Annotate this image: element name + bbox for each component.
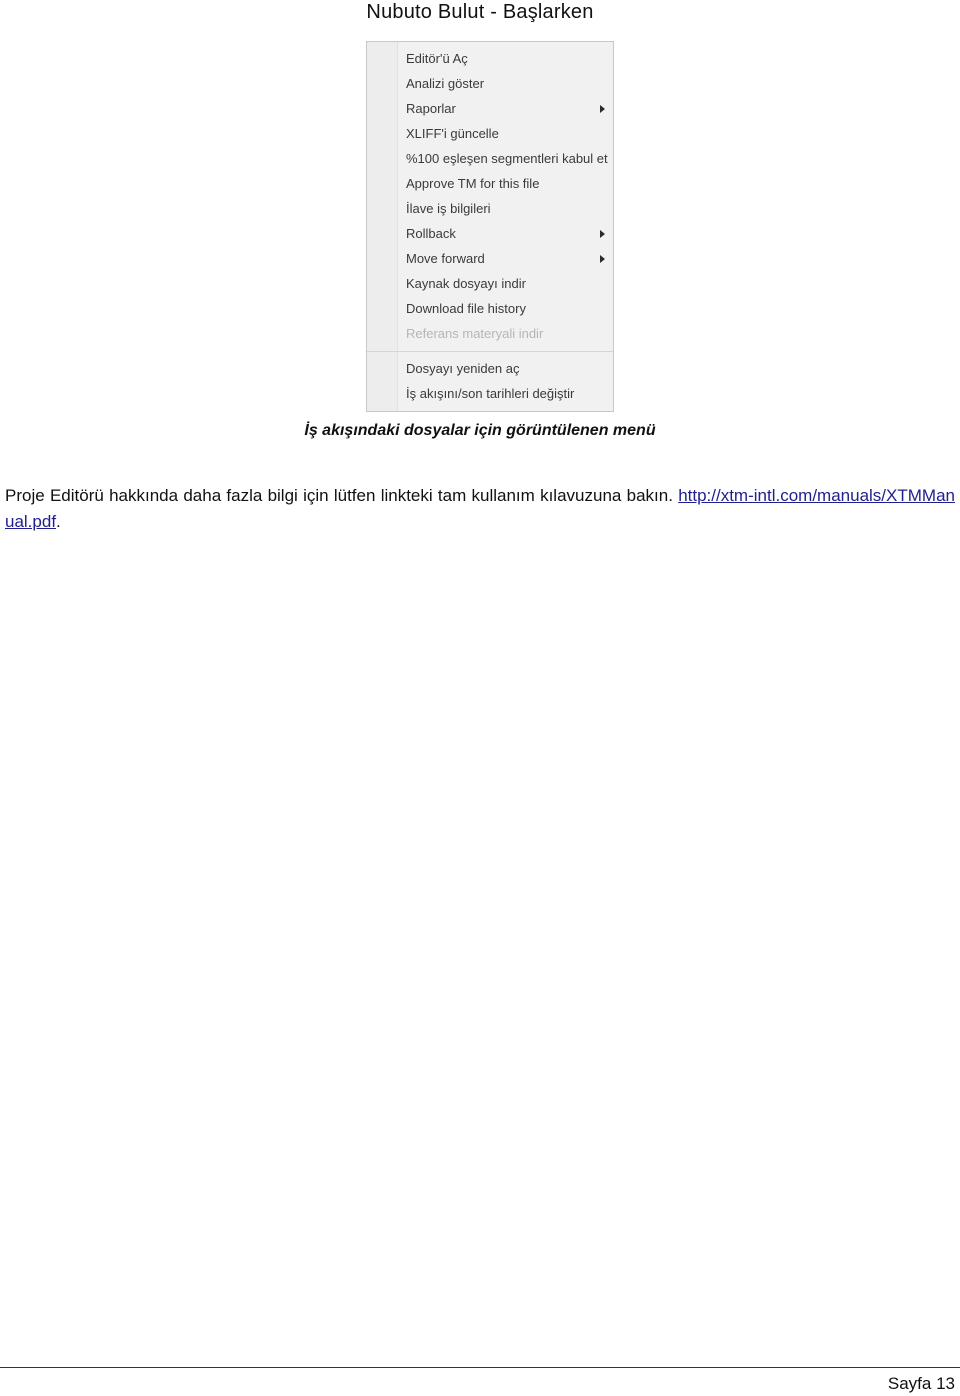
menu-item[interactable]: Move forward (367, 246, 613, 271)
menu-item[interactable]: Analizi göster (367, 71, 613, 96)
footer-page-number: Sayfa 13 (887, 1374, 955, 1393)
menu-item-label: Referans materyali indir (406, 326, 544, 341)
menu-item-label: Rollback (406, 226, 456, 241)
menu-item[interactable]: Dosyayı yeniden aç (367, 356, 613, 381)
menu-item[interactable]: XLIFF'i güncelle (367, 121, 613, 146)
menu-item[interactable]: Rollback (367, 221, 613, 246)
menu-item[interactable]: Editör'ü Aç (367, 46, 613, 71)
body-paragraph-trailing-punctuation: . (56, 512, 61, 531)
context-menu-screenshot-figure: Editör'ü Aç Analizi göster Raporlar XLIFF'i… (366, 41, 614, 412)
menu-item[interactable]: %100 eşleşen segmentleri kabul et (367, 146, 613, 171)
body-paragraph: Proje Editörü hakkında daha fazla bilgi … (5, 483, 955, 535)
menu-item-label: Raporlar (406, 101, 456, 116)
menu-item-label: Download file history (406, 301, 526, 316)
menu-item[interactable]: Raporlar (367, 96, 613, 121)
submenu-arrow-icon (600, 105, 605, 113)
menu-group: Dosyayı yeniden aç İş akışını/son tarihle… (367, 351, 613, 411)
menu-item: Referans materyali indir (367, 321, 613, 346)
menu-item[interactable]: Kaynak dosyayı indir (367, 271, 613, 296)
context-menu-panel: Editör'ü Aç Analizi göster Raporlar XLIFF'i… (367, 42, 613, 411)
menu-item-label: Kaynak dosyayı indir (406, 276, 526, 291)
menu-item[interactable]: Download file history (367, 296, 613, 321)
submenu-arrow-icon (600, 255, 605, 263)
figure-caption: İş akışındaki dosyalar için görüntülenen… (304, 422, 656, 439)
menu-item-label: Editör'ü Aç (406, 51, 468, 66)
menu-item-label: %100 eşleşen segmentleri kabul et (406, 151, 608, 166)
menu-item[interactable]: İş akışını/son tarihleri değiştir (367, 381, 613, 406)
body-paragraph-text: Proje Editörü hakkında daha fazla bilgi … (5, 486, 679, 505)
footer-divider (0, 1367, 960, 1368)
menu-item-label: Move forward (406, 251, 485, 266)
menu-item-label: İlave iş bilgileri (406, 201, 491, 216)
menu-item-label: Approve TM for this file (406, 176, 540, 191)
menu-item-label: XLIFF'i güncelle (406, 126, 499, 141)
menu-item[interactable]: İlave iş bilgileri (367, 196, 613, 221)
menu-group: Editör'ü Aç Analizi göster Raporlar XLIFF'i… (367, 42, 613, 351)
menu-item-label: İş akışını/son tarihleri değiştir (406, 386, 575, 401)
menu-item-label: Dosyayı yeniden aç (406, 361, 520, 376)
menu-item-label: Analizi göster (406, 76, 485, 91)
page-header-title: Nubuto Bulut - Başlarken (366, 1, 594, 23)
submenu-arrow-icon (600, 230, 605, 238)
menu-item[interactable]: Approve TM for this file (367, 171, 613, 196)
